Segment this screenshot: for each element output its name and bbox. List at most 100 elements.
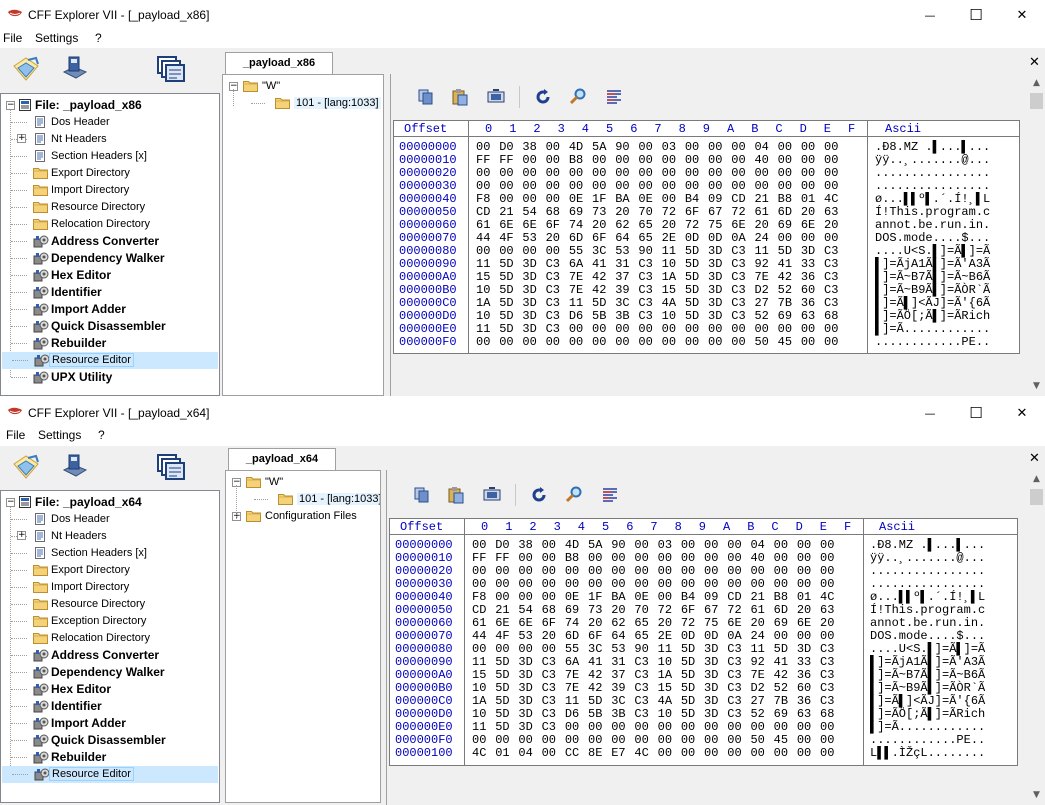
hex-ascii[interactable]: ............PE.. bbox=[875, 335, 990, 349]
hex-bytes[interactable]: 61 6E 6E 6F 74 20 62 65 20 72 75 6E 20 6… bbox=[476, 218, 838, 232]
hex-ascii[interactable]: ÿÿ..¸.......@... bbox=[870, 551, 985, 565]
hex-row[interactable]: 00000060 61 6E 6E 6F 74 20 62 65 20 72 75… bbox=[390, 616, 1017, 630]
tree-item-quick-disassembler[interactable]: Quick Disassembler bbox=[1, 732, 219, 749]
hex-bytes[interactable]: 10 5D 3D C3 7E 42 39 C3 15 5D 3D C3 D2 5… bbox=[476, 283, 838, 297]
hex-row[interactable]: 00000000 00 D0 38 00 4D 5A 90 00 03 00 00… bbox=[394, 140, 1019, 154]
minimize-button[interactable]: — bbox=[907, 398, 953, 428]
hex-row[interactable]: 00000050 CD 21 54 68 69 73 20 70 72 6F 67… bbox=[390, 603, 1017, 617]
menu-file[interactable]: File bbox=[3, 31, 22, 45]
hex-row[interactable]: 000000F0 00 00 00 00 00 00 00 00 00 00 00… bbox=[394, 335, 1019, 349]
hex-ascii[interactable]: ................ bbox=[875, 166, 990, 180]
hex-row[interactable]: 000000D0 10 5D 3D C3 D6 5B 3B C3 10 5D 3D… bbox=[394, 309, 1019, 323]
tree-item-relocation-directory[interactable]: Relocation Directory bbox=[1, 630, 219, 647]
tree-item-import-directory[interactable]: Import Directory bbox=[1, 182, 219, 199]
hex-ascii[interactable]: Í!This.program.c bbox=[870, 603, 985, 617]
hex-ascii[interactable]: ▌]=ÃjA1Ã▌]=Ã'A3Ã bbox=[875, 257, 990, 271]
resource-node-0[interactable]: − "W" bbox=[223, 78, 383, 95]
hex-ascii[interactable]: annot.be.run.in. bbox=[875, 218, 990, 232]
hex-ascii[interactable]: ▌]=Ã............ bbox=[875, 322, 990, 336]
tree-item-nt-headers[interactable]: + Nt Headers bbox=[1, 131, 219, 148]
tree-item-rebuilder[interactable]: Rebuilder bbox=[1, 335, 219, 352]
hex-ascii[interactable]: ▌]=Ã▌]<ÃJ]=Ã'{6Ã bbox=[875, 296, 990, 310]
search-icon[interactable] bbox=[565, 486, 583, 507]
hex-bytes[interactable]: 00 00 00 00 00 00 00 00 00 00 00 00 00 0… bbox=[472, 577, 834, 591]
hex-row[interactable]: 00000020 00 00 00 00 00 00 00 00 00 00 00… bbox=[390, 564, 1017, 578]
scroll-up-icon[interactable]: ▲ bbox=[1028, 471, 1045, 488]
menu-help[interactable]: ? bbox=[98, 428, 105, 442]
hex-ascii[interactable]: ▌]=ÃjA1Ã▌]=Ã'A3Ã bbox=[870, 655, 985, 669]
windows-icon[interactable] bbox=[156, 453, 186, 486]
tree-item-hex-editor[interactable]: Hex Editor bbox=[1, 681, 219, 698]
file-tab[interactable]: _payload_x86 bbox=[225, 52, 333, 74]
save-file-icon[interactable] bbox=[60, 452, 90, 485]
hex-row[interactable]: 000000E0 11 5D 3D C3 00 00 00 00 00 00 00… bbox=[390, 720, 1017, 734]
tree-item-exception-directory[interactable]: Exception Directory bbox=[1, 613, 219, 630]
tree-item-import-directory[interactable]: Import Directory bbox=[1, 579, 219, 596]
hex-row[interactable]: 00000090 11 5D 3D C3 6A 41 31 C3 10 5D 3D… bbox=[390, 655, 1017, 669]
hex-ascii[interactable]: ....U<S.▌]=Ã▌]=Ã bbox=[875, 244, 990, 258]
hex-row[interactable]: 00000040 F8 00 00 00 0E 1F BA 0E 00 B4 09… bbox=[390, 590, 1017, 604]
hex-bytes[interactable]: 10 5D 3D C3 D6 5B 3B C3 10 5D 3D C3 52 6… bbox=[476, 309, 838, 323]
hex-ascii[interactable]: ............PE.. bbox=[870, 733, 985, 747]
tree-item-dependency-walker[interactable]: Dependency Walker bbox=[1, 664, 219, 681]
tree-item-section-headers-x[interactable]: Section Headers [x] bbox=[1, 545, 219, 562]
resource-node-1[interactable]: 101 - [lang:1033] bbox=[226, 491, 380, 508]
hex-row[interactable]: 00000090 11 5D 3D C3 6A 41 31 C3 10 5D 3D… bbox=[394, 257, 1019, 271]
hex-ascii[interactable]: ▌]=Ã▌]<ÃJ]=Ã'{6Ã bbox=[870, 694, 985, 708]
paste-icon[interactable] bbox=[447, 486, 465, 507]
tree-root-file[interactable]: − File: _payload_x64 bbox=[1, 494, 219, 511]
menu-settings[interactable]: Settings bbox=[35, 31, 78, 45]
hex-bytes[interactable]: 00 00 00 00 00 00 00 00 00 00 00 00 00 0… bbox=[476, 166, 838, 180]
close-tab-icon[interactable]: ✕ bbox=[1029, 451, 1040, 466]
hex-ascii[interactable]: ....U<S.▌]=Ã▌]=Ã bbox=[870, 642, 985, 656]
windows-icon[interactable] bbox=[156, 55, 186, 88]
hex-bytes[interactable]: 11 5D 3D C3 6A 41 31 C3 10 5D 3D C3 92 4… bbox=[472, 655, 834, 669]
menu-settings[interactable]: Settings bbox=[38, 428, 81, 442]
hex-bytes[interactable]: FF FF 00 00 B8 00 00 00 00 00 00 00 40 0… bbox=[476, 153, 838, 167]
hex-bytes[interactable]: FF FF 00 00 B8 00 00 00 00 00 00 00 40 0… bbox=[472, 551, 834, 565]
open-file-icon[interactable] bbox=[12, 454, 42, 485]
tree-item-export-directory[interactable]: Export Directory bbox=[1, 562, 219, 579]
hex-row[interactable]: 000000E0 11 5D 3D C3 00 00 00 00 00 00 00… bbox=[394, 322, 1019, 336]
hex-row[interactable]: 00000040 F8 00 00 00 0E 1F BA 0E 00 B4 09… bbox=[394, 192, 1019, 206]
hex-ascii[interactable]: ø...▌▌º▌.´.Í!¸▌L bbox=[875, 192, 990, 206]
hex-ascii[interactable]: ▌]=ÃÖ[;Ã▌]=ÃRich bbox=[870, 707, 985, 721]
hex-row[interactable]: 000000C0 1A 5D 3D C3 11 5D 3C C3 4A 5D 3D… bbox=[390, 694, 1017, 708]
hex-ascii[interactable]: ▌]=Ã............ bbox=[870, 720, 985, 734]
hex-ascii[interactable]: ▌]=Ã~B7Ã▌]=Ã~B6Ã bbox=[875, 270, 990, 284]
hex-bytes[interactable]: 1A 5D 3D C3 11 5D 3C C3 4A 5D 3D C3 27 7… bbox=[476, 296, 838, 310]
tree-item-dos-header[interactable]: Dos Header bbox=[1, 114, 219, 131]
scroll-down-icon[interactable]: ▼ bbox=[1028, 378, 1045, 395]
hex-row[interactable]: 00000010 FF FF 00 00 B8 00 00 00 00 00 00… bbox=[394, 153, 1019, 167]
hex-row[interactable]: 00000070 44 4F 53 20 6D 6F 64 65 2E 0D 0D… bbox=[394, 231, 1019, 245]
tree-item-resource-editor[interactable]: Resource Editor bbox=[2, 766, 218, 783]
hex-row[interactable]: 00000050 CD 21 54 68 69 73 20 70 72 6F 67… bbox=[394, 205, 1019, 219]
hex-row[interactable]: 00000030 00 00 00 00 00 00 00 00 00 00 00… bbox=[390, 577, 1017, 591]
scroll-down-icon[interactable]: ▼ bbox=[1028, 787, 1045, 804]
paste-icon[interactable] bbox=[451, 88, 469, 109]
save-file-icon[interactable] bbox=[60, 54, 90, 87]
hex-bytes[interactable]: 00 00 00 00 00 00 00 00 00 00 00 00 00 0… bbox=[472, 564, 834, 578]
hex-ascii[interactable]: ▌]=ÃÖ[;Ã▌]=ÃRich bbox=[875, 309, 990, 323]
hex-bytes[interactable]: 00 00 00 00 55 3C 53 90 11 5D 3D C3 11 5… bbox=[476, 244, 838, 258]
tree-item-dependency-walker[interactable]: Dependency Walker bbox=[1, 250, 219, 267]
tree-item-nt-headers[interactable]: + Nt Headers bbox=[1, 528, 219, 545]
hex-ascii[interactable]: .Ð8.MZ .▌...▌... bbox=[870, 538, 985, 552]
tree-item-address-converter[interactable]: Address Converter bbox=[1, 233, 219, 250]
hex-row[interactable]: 000000A0 15 5D 3D C3 7E 42 37 C3 1A 5D 3D… bbox=[390, 668, 1017, 682]
scroll-thumb[interactable] bbox=[1030, 93, 1043, 109]
hex-ascii[interactable]: ................ bbox=[875, 179, 990, 193]
hex-ascii[interactable]: ................ bbox=[870, 564, 985, 578]
expand-icon[interactable]: + bbox=[17, 531, 26, 540]
hex-bytes[interactable]: 00 D0 38 00 4D 5A 90 00 03 00 00 00 04 0… bbox=[476, 140, 838, 154]
hex-bytes[interactable]: 44 4F 53 20 6D 6F 64 65 2E 0D 0D 0A 24 0… bbox=[476, 231, 838, 245]
open-file-icon[interactable] bbox=[12, 56, 42, 87]
tree-item-rebuilder[interactable]: Rebuilder bbox=[1, 749, 219, 766]
tree-item-dos-header[interactable]: Dos Header bbox=[1, 511, 219, 528]
hex-row[interactable]: 000000B0 10 5D 3D C3 7E 42 39 C3 15 5D 3D… bbox=[390, 681, 1017, 695]
resource-node-0[interactable]: − "W" bbox=[226, 474, 380, 491]
maximize-button[interactable]: ☐ bbox=[953, 398, 999, 428]
hex-bytes[interactable]: 00 00 00 00 00 00 00 00 00 00 00 00 00 0… bbox=[476, 179, 838, 193]
minimize-button[interactable]: — bbox=[907, 0, 953, 30]
hex-view[interactable]: Offset 0 1 2 3 4 5 6 7 8 9 A B C D E F Ascii 00000000 00 D0… bbox=[389, 518, 1018, 766]
